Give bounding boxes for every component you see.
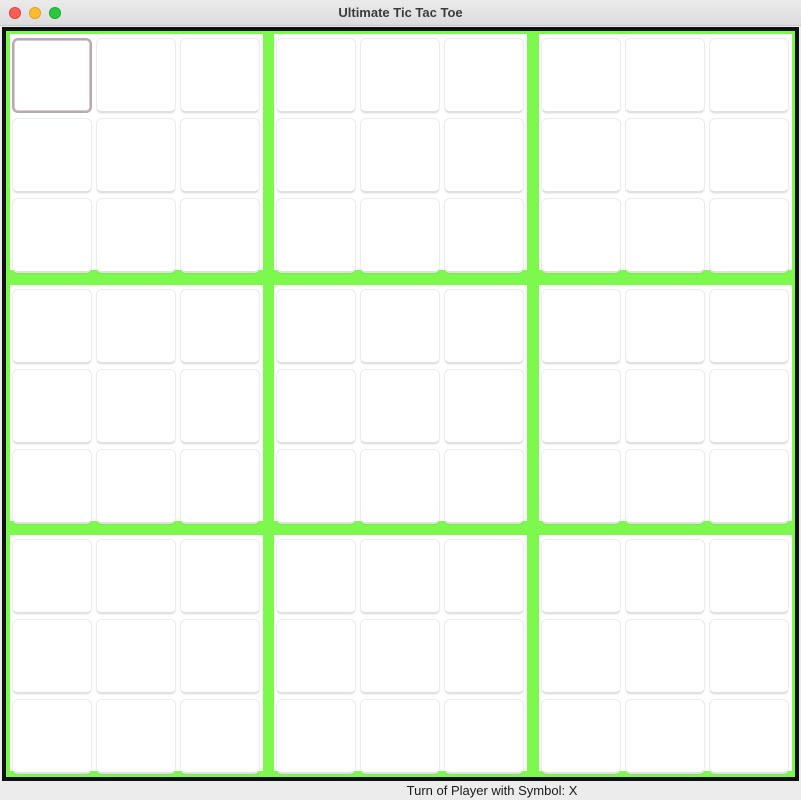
cell-button[interactable]	[12, 619, 92, 694]
subboard-7	[10, 535, 263, 774]
cell-button[interactable]	[709, 539, 789, 614]
app-window: Ultimate Tic Tac Toe Turn of Player with…	[0, 0, 801, 800]
cell-button[interactable]	[709, 198, 789, 273]
cell-button[interactable]	[276, 539, 356, 614]
turn-status-label: Turn of Player with Symbol: X	[406, 783, 578, 798]
cell-button[interactable]	[276, 198, 356, 273]
cell-button[interactable]	[541, 369, 621, 444]
cell-button[interactable]	[180, 619, 260, 694]
cell-button[interactable]	[625, 118, 705, 193]
cell-button[interactable]	[180, 369, 260, 444]
cell-button[interactable]	[96, 289, 176, 364]
board-frame	[2, 27, 799, 781]
cell-button[interactable]	[444, 539, 524, 614]
cell-button[interactable]	[360, 539, 440, 614]
cell-button[interactable]	[180, 38, 260, 113]
cell-button[interactable]	[96, 449, 176, 524]
game-board	[6, 31, 795, 777]
subboard-4	[10, 285, 263, 524]
cell-button[interactable]	[276, 369, 356, 444]
cell-button[interactable]	[276, 38, 356, 113]
cell-button[interactable]	[12, 289, 92, 364]
cell-button[interactable]	[444, 699, 524, 774]
cell-button[interactable]	[180, 289, 260, 364]
title-bar: Ultimate Tic Tac Toe	[0, 0, 801, 26]
cell-button[interactable]	[12, 539, 92, 614]
cell-button[interactable]	[360, 38, 440, 113]
cell-button[interactable]	[96, 38, 176, 113]
cell-button[interactable]	[276, 289, 356, 364]
cell-button[interactable]	[444, 619, 524, 694]
cell-button[interactable]	[12, 198, 92, 273]
cell-button[interactable]	[96, 369, 176, 444]
cell-button[interactable]	[96, 118, 176, 193]
subboard-5	[274, 285, 527, 524]
cell-button[interactable]	[96, 539, 176, 614]
cell-button[interactable]	[12, 369, 92, 444]
cell-button[interactable]	[625, 619, 705, 694]
cell-button[interactable]	[541, 539, 621, 614]
cell-button[interactable]	[444, 38, 524, 113]
cell-button[interactable]	[180, 449, 260, 524]
cell-button[interactable]	[360, 118, 440, 193]
cell-button[interactable]	[709, 699, 789, 774]
cell-button[interactable]	[444, 118, 524, 193]
cell-button[interactable]	[541, 198, 621, 273]
cell-button[interactable]	[12, 449, 92, 524]
cell-button[interactable]	[360, 369, 440, 444]
cell-button[interactable]	[625, 539, 705, 614]
cell-button[interactable]	[96, 198, 176, 273]
cell-button[interactable]	[709, 449, 789, 524]
cell-button[interactable]	[180, 539, 260, 614]
cell-button[interactable]	[180, 198, 260, 273]
cell-button[interactable]	[360, 289, 440, 364]
cell-button[interactable]	[444, 198, 524, 273]
cell-button[interactable]	[541, 118, 621, 193]
cell-button[interactable]	[625, 198, 705, 273]
cell-button[interactable]	[360, 198, 440, 273]
cell-button[interactable]	[541, 699, 621, 774]
cell-button[interactable]	[625, 699, 705, 774]
subboard-3	[539, 34, 792, 273]
cell-button[interactable]	[276, 619, 356, 694]
cell-button[interactable]	[276, 118, 356, 193]
cell-button[interactable]	[709, 289, 789, 364]
cell-button[interactable]	[96, 619, 176, 694]
cell-button[interactable]	[709, 118, 789, 193]
cell-button[interactable]	[444, 449, 524, 524]
cell-button[interactable]	[180, 118, 260, 193]
cell-button[interactable]	[709, 619, 789, 694]
cell-button[interactable]	[180, 699, 260, 774]
cell-button[interactable]	[96, 699, 176, 774]
cell-button[interactable]	[625, 369, 705, 444]
cell-button[interactable]	[12, 38, 92, 113]
cell-button[interactable]	[709, 38, 789, 113]
cell-button[interactable]	[12, 118, 92, 193]
cell-button[interactable]	[625, 449, 705, 524]
subboard-8	[274, 535, 527, 774]
cell-button[interactable]	[541, 38, 621, 113]
cell-button[interactable]	[541, 449, 621, 524]
window-title: Ultimate Tic Tac Toe	[338, 5, 463, 20]
cell-button[interactable]	[12, 699, 92, 774]
subboard-9	[539, 535, 792, 774]
subboard-6	[539, 285, 792, 524]
cell-button[interactable]	[360, 619, 440, 694]
cell-button[interactable]	[360, 699, 440, 774]
cell-button[interactable]	[625, 289, 705, 364]
cell-button[interactable]	[444, 369, 524, 444]
cell-button[interactable]	[541, 289, 621, 364]
cell-button[interactable]	[360, 449, 440, 524]
cell-button[interactable]	[709, 369, 789, 444]
cell-button[interactable]	[541, 619, 621, 694]
subboard-1	[10, 34, 263, 273]
cell-button[interactable]	[625, 38, 705, 113]
cell-button[interactable]	[276, 699, 356, 774]
subboard-2	[274, 34, 527, 273]
cell-button[interactable]	[276, 449, 356, 524]
status-bar: Turn of Player with Symbol: X	[0, 781, 801, 800]
cell-button[interactable]	[444, 289, 524, 364]
